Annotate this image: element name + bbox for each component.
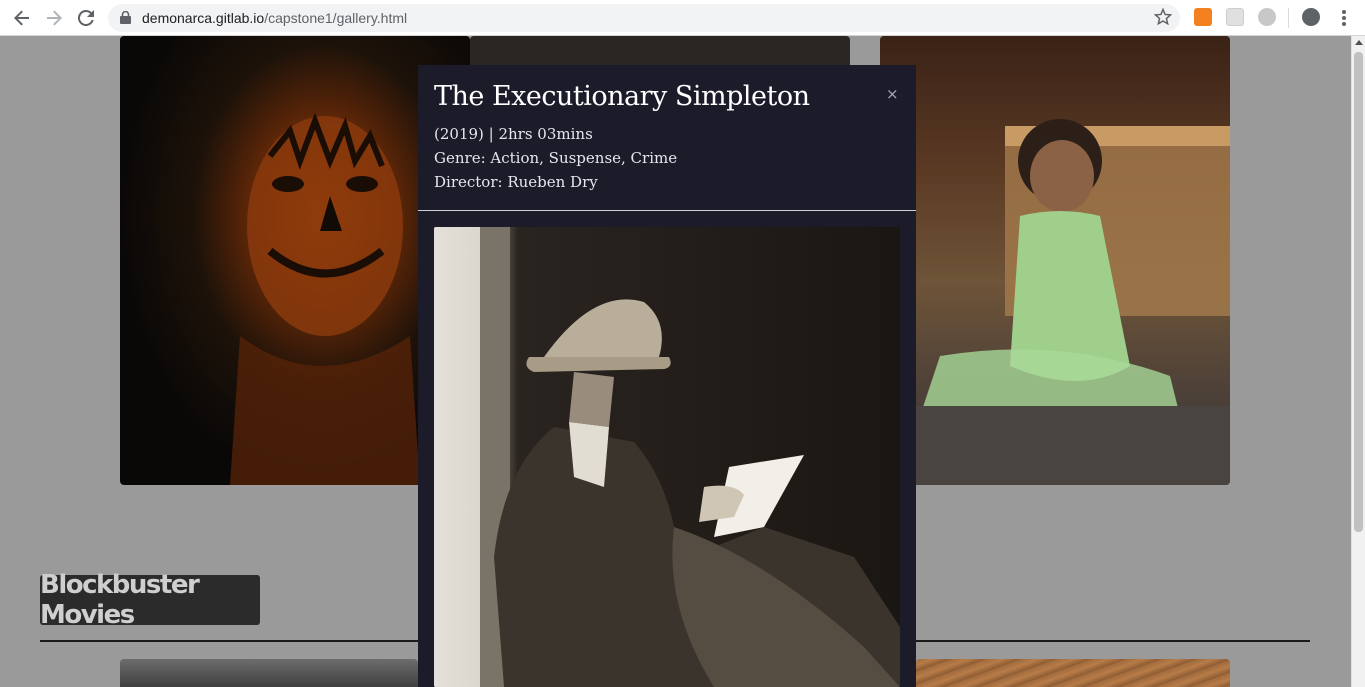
scroll-thumb[interactable] <box>1354 52 1363 532</box>
movie-genre: Genre: Action, Suspense, Crime <box>434 149 678 167</box>
compass-extension-icon[interactable] <box>1258 8 1276 26</box>
movie-title: The Executionary Simpleton <box>434 81 810 112</box>
scroll-up-arrow-icon[interactable] <box>1355 40 1363 45</box>
profile-avatar-icon[interactable] <box>1302 8 1320 26</box>
movie-detail-modal: The Executionary Simpleton × (2019) | 2h… <box>418 65 916 687</box>
section-title: Blockbuster Movies <box>40 570 260 630</box>
bookmark-star-icon[interactable] <box>1153 7 1173 31</box>
url-text: demonarca.gitlab.io/capstone1/gallery.ht… <box>142 10 408 26</box>
grid-extension-icon[interactable] <box>1226 8 1244 26</box>
toolbar-divider <box>1288 8 1289 28</box>
modal-divider <box>418 210 916 211</box>
reload-icon[interactable] <box>74 6 98 30</box>
lock-icon <box>120 10 131 29</box>
gallery-photo-portrait-bw[interactable] <box>120 659 418 687</box>
address-bar[interactable]: demonarca.gitlab.io/capstone1/gallery.ht… <box>108 4 1180 32</box>
shopping-extension-icon[interactable] <box>1194 8 1212 26</box>
forward-icon[interactable] <box>42 6 66 30</box>
gallery-photo-desert[interactable] <box>916 659 1230 687</box>
browser-toolbar: demonarca.gitlab.io/capstone1/gallery.ht… <box>0 0 1365 36</box>
movie-year-runtime: (2019) | 2hrs 03mins <box>434 125 593 143</box>
page-scrollbar[interactable] <box>1351 36 1365 687</box>
back-icon[interactable] <box>10 6 34 30</box>
close-icon[interactable]: × <box>886 85 899 103</box>
movie-director: Director: Rueben Dry <box>434 173 598 191</box>
movie-poster-image <box>434 227 900 687</box>
menu-dots-icon[interactable] <box>1340 8 1348 28</box>
gallery-photo-child-drinking[interactable] <box>880 36 1230 485</box>
